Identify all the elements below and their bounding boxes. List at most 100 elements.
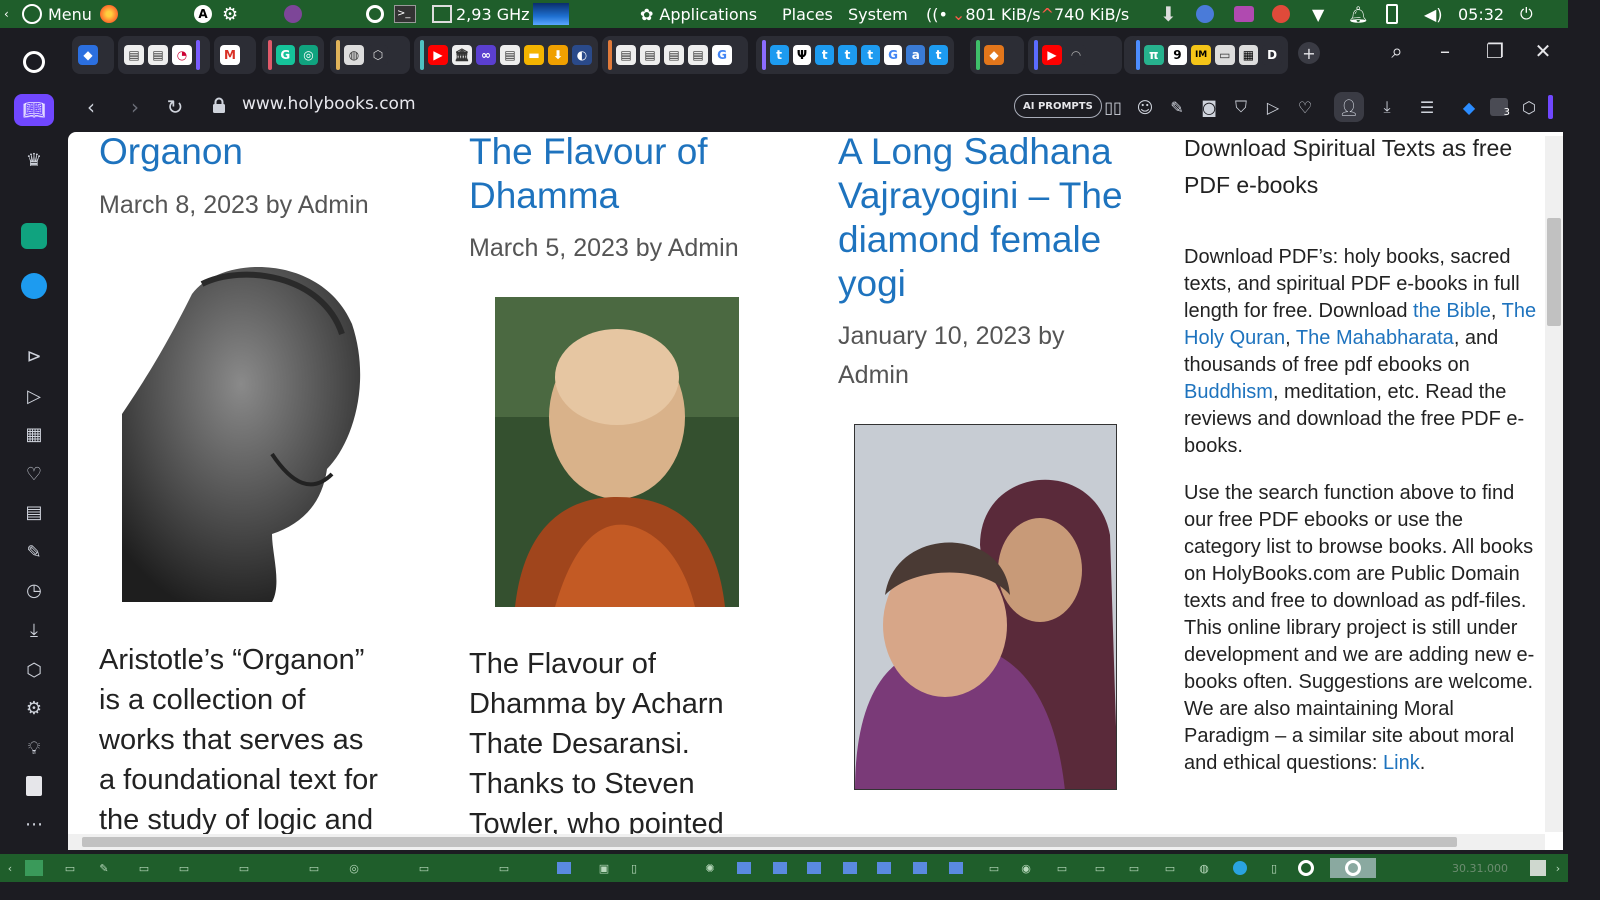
- menu-button[interactable]: Menu: [22, 0, 92, 28]
- snapshot-camera-icon[interactable]: ◙: [1198, 96, 1220, 118]
- organon-bust-image[interactable]: [122, 254, 366, 602]
- ai-prompts-button[interactable]: AI PROMPTS: [1014, 94, 1102, 118]
- accessibility-icon[interactable]: A: [194, 0, 212, 28]
- tray-app-icon-3[interactable]: [1272, 0, 1290, 28]
- minimize-button[interactable]: –: [1430, 36, 1460, 66]
- mahabharata-link[interactable]: The Mahabharata: [1296, 327, 1454, 349]
- taskbar-active-opera-window[interactable]: [1330, 858, 1376, 878]
- chatgpt-icon[interactable]: [14, 220, 54, 252]
- settings-applet-icon[interactable]: ⚙: [222, 0, 238, 28]
- send-icon[interactable]: ▷: [14, 380, 54, 412]
- tab-group-10[interactable]: ▶ ◠: [1028, 36, 1122, 74]
- taskbar-window-icon[interactable]: ▭: [230, 858, 258, 878]
- moral-paradigm-link[interactable]: Link: [1383, 752, 1420, 774]
- taskbar-window-icon[interactable]: [906, 858, 934, 878]
- tab-group-5[interactable]: ◍ ⬡: [330, 36, 410, 74]
- player-icon[interactable]: ⊳: [14, 340, 54, 372]
- reader-mode-icon[interactable]: ▯▯: [1102, 96, 1124, 118]
- taskbar-window-icon[interactable]: ▯: [1260, 858, 1288, 878]
- taskbar-right-arrow[interactable]: ›: [1550, 858, 1566, 878]
- extension-diamond-icon[interactable]: ◆: [1458, 96, 1480, 118]
- applications-menu[interactable]: ✿ Applications: [640, 0, 757, 28]
- tab-group-12[interactable]: π 9 IM ▭ ▦ D: [1130, 36, 1288, 74]
- taskbar-window-icon[interactable]: ▭: [1156, 858, 1184, 878]
- bible-link[interactable]: the Bible: [1413, 300, 1491, 322]
- taskbar-window-icon[interactable]: [800, 858, 828, 878]
- taskbar-window-icon[interactable]: ▭: [130, 858, 158, 878]
- tray-app-icon-2[interactable]: [1234, 0, 1254, 28]
- power-icon[interactable]: ⏻: [1520, 0, 1533, 28]
- taskbar-window-icon[interactable]: ▣: [590, 858, 618, 878]
- taskbar-window-icon[interactable]: ▭: [1048, 858, 1076, 878]
- tab-group-1[interactable]: ◆: [72, 36, 114, 74]
- new-tab-button[interactable]: +: [1294, 38, 1324, 68]
- taskbar-window-icon[interactable]: [870, 858, 898, 878]
- taskbar-telegram-icon[interactable]: [1226, 858, 1254, 878]
- tab-group-4[interactable]: G ◎: [262, 36, 324, 74]
- taskbar-window-icon[interactable]: ▯: [620, 858, 648, 878]
- close-button[interactable]: ✕: [1528, 36, 1558, 66]
- download-icon[interactable]: ⤓: [1376, 96, 1398, 118]
- volume-icon[interactable]: ◀): [1424, 0, 1443, 28]
- taskbar-window-icon[interactable]: [730, 858, 758, 878]
- post-title-link[interactable]: A Long Sadhana Vajrayogini – The diamond…: [838, 132, 1123, 306]
- taskbar-recycle-icon[interactable]: [1524, 858, 1552, 878]
- edit-icon[interactable]: ✎: [14, 536, 54, 568]
- vertical-scroll-thumb[interactable]: [1547, 218, 1561, 326]
- buddhism-link[interactable]: Buddhism: [1184, 381, 1273, 403]
- post-title-link[interactable]: Organon: [99, 132, 243, 174]
- send-to-icon[interactable]: ▷: [1262, 96, 1284, 118]
- tray-app-icon-1[interactable]: [1196, 0, 1214, 28]
- extensions-cube-icon[interactable]: ⬡: [1518, 96, 1540, 118]
- taskbar-window-icon[interactable]: [766, 858, 794, 878]
- tab-group-8[interactable]: t Ψ t t t G a t: [756, 36, 954, 74]
- more-icon[interactable]: ⋯: [14, 808, 54, 840]
- monk-portrait-image[interactable]: [495, 297, 739, 607]
- adblock-shield-icon[interactable]: ⛉: [1230, 96, 1252, 118]
- edit-page-icon[interactable]: ✎: [1166, 96, 1188, 118]
- taskbar-left-arrow[interactable]: ‹: [2, 858, 18, 878]
- taskbar-window-icon[interactable]: ▭: [56, 858, 84, 878]
- extensions-cube-icon[interactable]: ⬡: [14, 654, 54, 686]
- cpu-freq-applet[interactable]: 2,93 GHz: [432, 0, 530, 28]
- url-field[interactable]: www.holybooks.com: [242, 94, 416, 114]
- taskbar-window-icon[interactable]: [942, 858, 970, 878]
- opera-launcher-icon[interactable]: [366, 0, 384, 28]
- opera-menu-icon[interactable]: [14, 46, 54, 78]
- battery-icon[interactable]: [1386, 0, 1398, 28]
- downloads-icon[interactable]: ⤓: [14, 614, 54, 646]
- workspace-book-icon[interactable]: 📖︎: [14, 94, 54, 126]
- taskbar-clock[interactable]: 30.31.000: [1440, 858, 1520, 878]
- heart-icon[interactable]: ♡: [14, 458, 54, 490]
- tab-group-9[interactable]: ◆: [970, 36, 1024, 74]
- horizontal-scroll-thumb[interactable]: [82, 837, 1457, 847]
- tab-group-2[interactable]: ▤ ▤ ◔: [118, 36, 210, 74]
- lightbulb-icon[interactable]: 💡︎: [14, 732, 54, 764]
- system-menu[interactable]: System: [848, 0, 908, 28]
- taskbar-window-icon[interactable]: [550, 858, 578, 878]
- places-menu[interactable]: Places: [782, 0, 833, 28]
- notification-bell-icon[interactable]: 🔔︎: [1348, 0, 1368, 28]
- easy-setup-icon[interactable]: ☰: [1416, 96, 1438, 118]
- taskbar-window-icon[interactable]: ▭: [980, 858, 1008, 878]
- nuns-photo-image[interactable]: [854, 424, 1117, 790]
- taskbar-opera-icon[interactable]: [1292, 858, 1320, 878]
- tor-icon[interactable]: [284, 0, 302, 28]
- tab-group-7[interactable]: ▤ ▤ ▤ ▤ G: [602, 36, 748, 74]
- maximize-button[interactable]: ❐: [1480, 36, 1510, 66]
- taskbar-window-icon[interactable]: ▭: [300, 858, 328, 878]
- download-arrow-icon[interactable]: ⬇: [1160, 0, 1177, 28]
- wifi-signal-icon[interactable]: ▼: [1312, 0, 1324, 28]
- news-icon[interactable]: ▤: [14, 496, 54, 528]
- taskbar-window-icon[interactable]: ▭: [490, 858, 518, 878]
- network-speed-applet[interactable]: ((• ⌄ 801 KiB/s ^ 740 KiB/s: [926, 0, 1129, 28]
- taskbar-window-icon[interactable]: ▭: [410, 858, 438, 878]
- profile-icon[interactable]: 👤︎: [1334, 92, 1364, 122]
- post-title-link[interactable]: The Flavour of Dhamma: [469, 132, 708, 218]
- apps-grid-icon[interactable]: ▦: [14, 418, 54, 450]
- bookmark-heart-icon[interactable]: ♡: [1294, 96, 1316, 118]
- panel-left-arrow[interactable]: ‹: [4, 0, 9, 28]
- taskbar-window-icon[interactable]: ◎: [340, 858, 368, 878]
- back-button[interactable]: ‹: [76, 92, 106, 122]
- firefox-launcher-icon[interactable]: [100, 0, 118, 28]
